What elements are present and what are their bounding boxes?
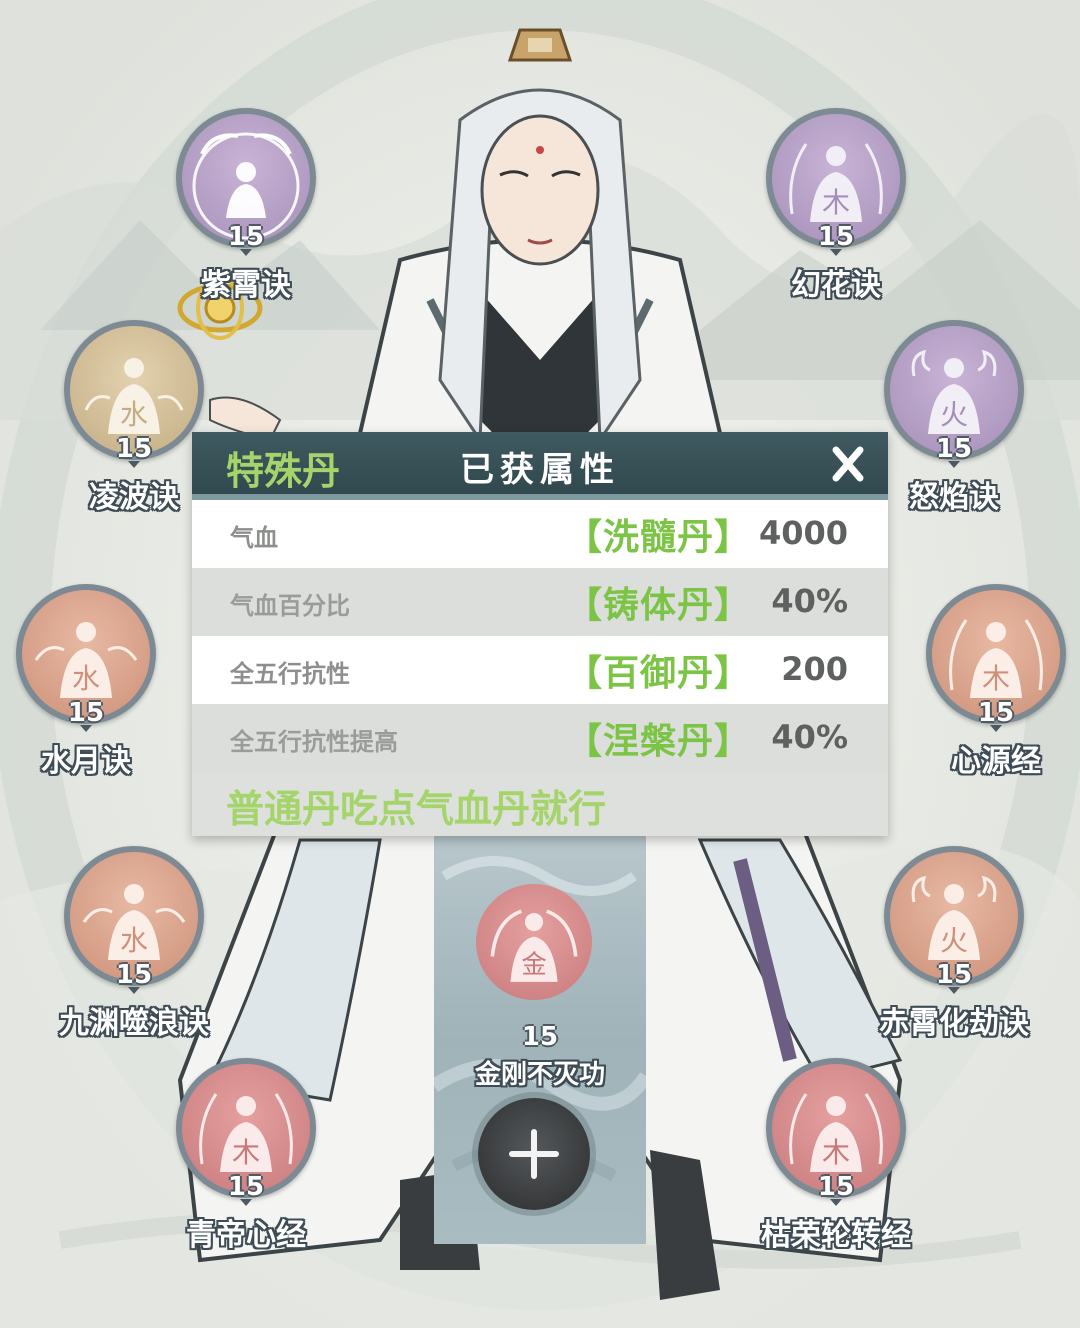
skill-name: 水月诀: [41, 744, 131, 779]
skill-node-chixiao[interactable]: 火 15 赤霄化劫诀: [879, 846, 1029, 1041]
skill-node-jingang[interactable]: 金 15 金刚不灭功: [470, 884, 610, 1090]
attribute-label: 全五行抗性: [230, 660, 350, 688]
chevron-down-icon: [240, 1199, 252, 1206]
svg-text:木: 木: [822, 186, 850, 219]
skill-name: 幻花诀: [791, 268, 881, 303]
pill-name: 【涅槃丹】: [566, 721, 752, 762]
popup-header: 特殊丹 已获属性: [192, 432, 888, 500]
chevron-down-icon: [128, 461, 140, 468]
skill-level: 15: [521, 1022, 559, 1052]
chevron-down-icon: [948, 461, 960, 468]
skill-level: 15: [227, 1172, 265, 1202]
skill-node-xinyuan[interactable]: 木 15 心源经: [926, 584, 1066, 779]
close-button[interactable]: [828, 444, 868, 484]
skill-node-huanhua[interactable]: 木 15 幻花诀: [766, 108, 906, 303]
skill-node-zixiao[interactable]: 15 紫霄诀: [176, 108, 316, 303]
advice-note: 普通丹吃点气血丹就行: [192, 772, 888, 836]
skill-level: 15: [817, 1172, 855, 1202]
close-icon: [832, 446, 864, 482]
attributes-popup: 特殊丹 已获属性 气血 【洗髓丹】 4000 气血百分比 【铸体丹】 40% 全…: [192, 432, 888, 836]
skill-level: 15: [67, 698, 105, 728]
svg-text:火: 火: [940, 398, 968, 431]
skill-level: 15: [227, 222, 265, 252]
attribute-value: 40%: [771, 718, 848, 756]
pill-name: 【百御丹】: [566, 653, 752, 694]
skill-name: 枯荣轮转经: [761, 1218, 911, 1253]
attribute-row: 全五行抗性 【百御丹】 200: [192, 636, 888, 704]
attribute-value: 40%: [771, 582, 848, 620]
pill-name: 【洗髓丹】: [566, 517, 752, 558]
skill-node-kurong[interactable]: 木 15 枯荣轮转经: [761, 1058, 911, 1253]
attribute-label: 全五行抗性提高: [230, 728, 398, 756]
attribute-row: 全五行抗性提高 【涅槃丹】 40%: [192, 704, 888, 772]
skill-name: 九渊噬浪诀: [59, 1006, 209, 1041]
plus-icon: [509, 1129, 559, 1179]
svg-text:水: 水: [72, 662, 100, 695]
skill-node-nuyan[interactable]: 火 15 怒焰诀: [884, 320, 1024, 515]
attribute-label: 气血百分比: [230, 592, 350, 620]
skill-level: 15: [817, 222, 855, 252]
skill-node-lingbo[interactable]: 水 15 凌波诀: [64, 320, 204, 515]
svg-text:金: 金: [521, 949, 546, 979]
chevron-down-icon: [948, 987, 960, 994]
pill-name: 【铸体丹】: [566, 585, 752, 626]
popup-title: 已获属性: [460, 450, 620, 490]
metal-element-icon: 金: [490, 909, 578, 982]
skill-node-shuiyue[interactable]: 水 15 水月诀: [16, 584, 156, 779]
skill-level: 15: [115, 434, 153, 464]
skill-level: 15: [935, 434, 973, 464]
add-skill-button[interactable]: [478, 1098, 590, 1210]
skill-level: 15: [115, 960, 153, 990]
skill-level: 15: [935, 960, 973, 990]
skill-name: 赤霄化劫诀: [879, 1006, 1029, 1041]
chevron-down-icon: [80, 725, 92, 732]
attribute-row: 气血百分比 【铸体丹】 40%: [192, 568, 888, 636]
svg-text:木: 木: [232, 1136, 260, 1169]
chevron-down-icon: [830, 1199, 842, 1206]
chevron-down-icon: [128, 987, 140, 994]
skill-name: 青帝心经: [186, 1218, 306, 1253]
skill-node-jiuyuan[interactable]: 水 15 九渊噬浪诀: [59, 846, 209, 1041]
svg-text:水: 水: [120, 924, 148, 957]
skill-name: 金刚不灭功: [474, 1060, 605, 1090]
attribute-value: 200: [781, 650, 848, 688]
svg-text:木: 木: [822, 1136, 850, 1169]
svg-text:木: 木: [982, 662, 1010, 695]
svg-text:火: 火: [940, 924, 968, 957]
svg-text:水: 水: [120, 398, 148, 431]
attribute-label: 气血: [230, 524, 278, 552]
skill-node-qingdi[interactable]: 木 15 青帝心经: [176, 1058, 316, 1253]
chevron-down-icon: [830, 249, 842, 256]
attribute-value: 4000: [758, 514, 848, 552]
advice-text: 普通丹吃点气血丹就行: [226, 787, 607, 831]
skill-name: 心源经: [951, 744, 1041, 779]
skill-name: 紫霄诀: [201, 268, 291, 303]
skill-level: 15: [977, 698, 1015, 728]
chevron-down-icon: [240, 249, 252, 256]
attribute-row: 气血 【洗髓丹】 4000: [192, 500, 888, 568]
chevron-down-icon: [990, 725, 1002, 732]
skill-icon: 金: [476, 884, 592, 1000]
